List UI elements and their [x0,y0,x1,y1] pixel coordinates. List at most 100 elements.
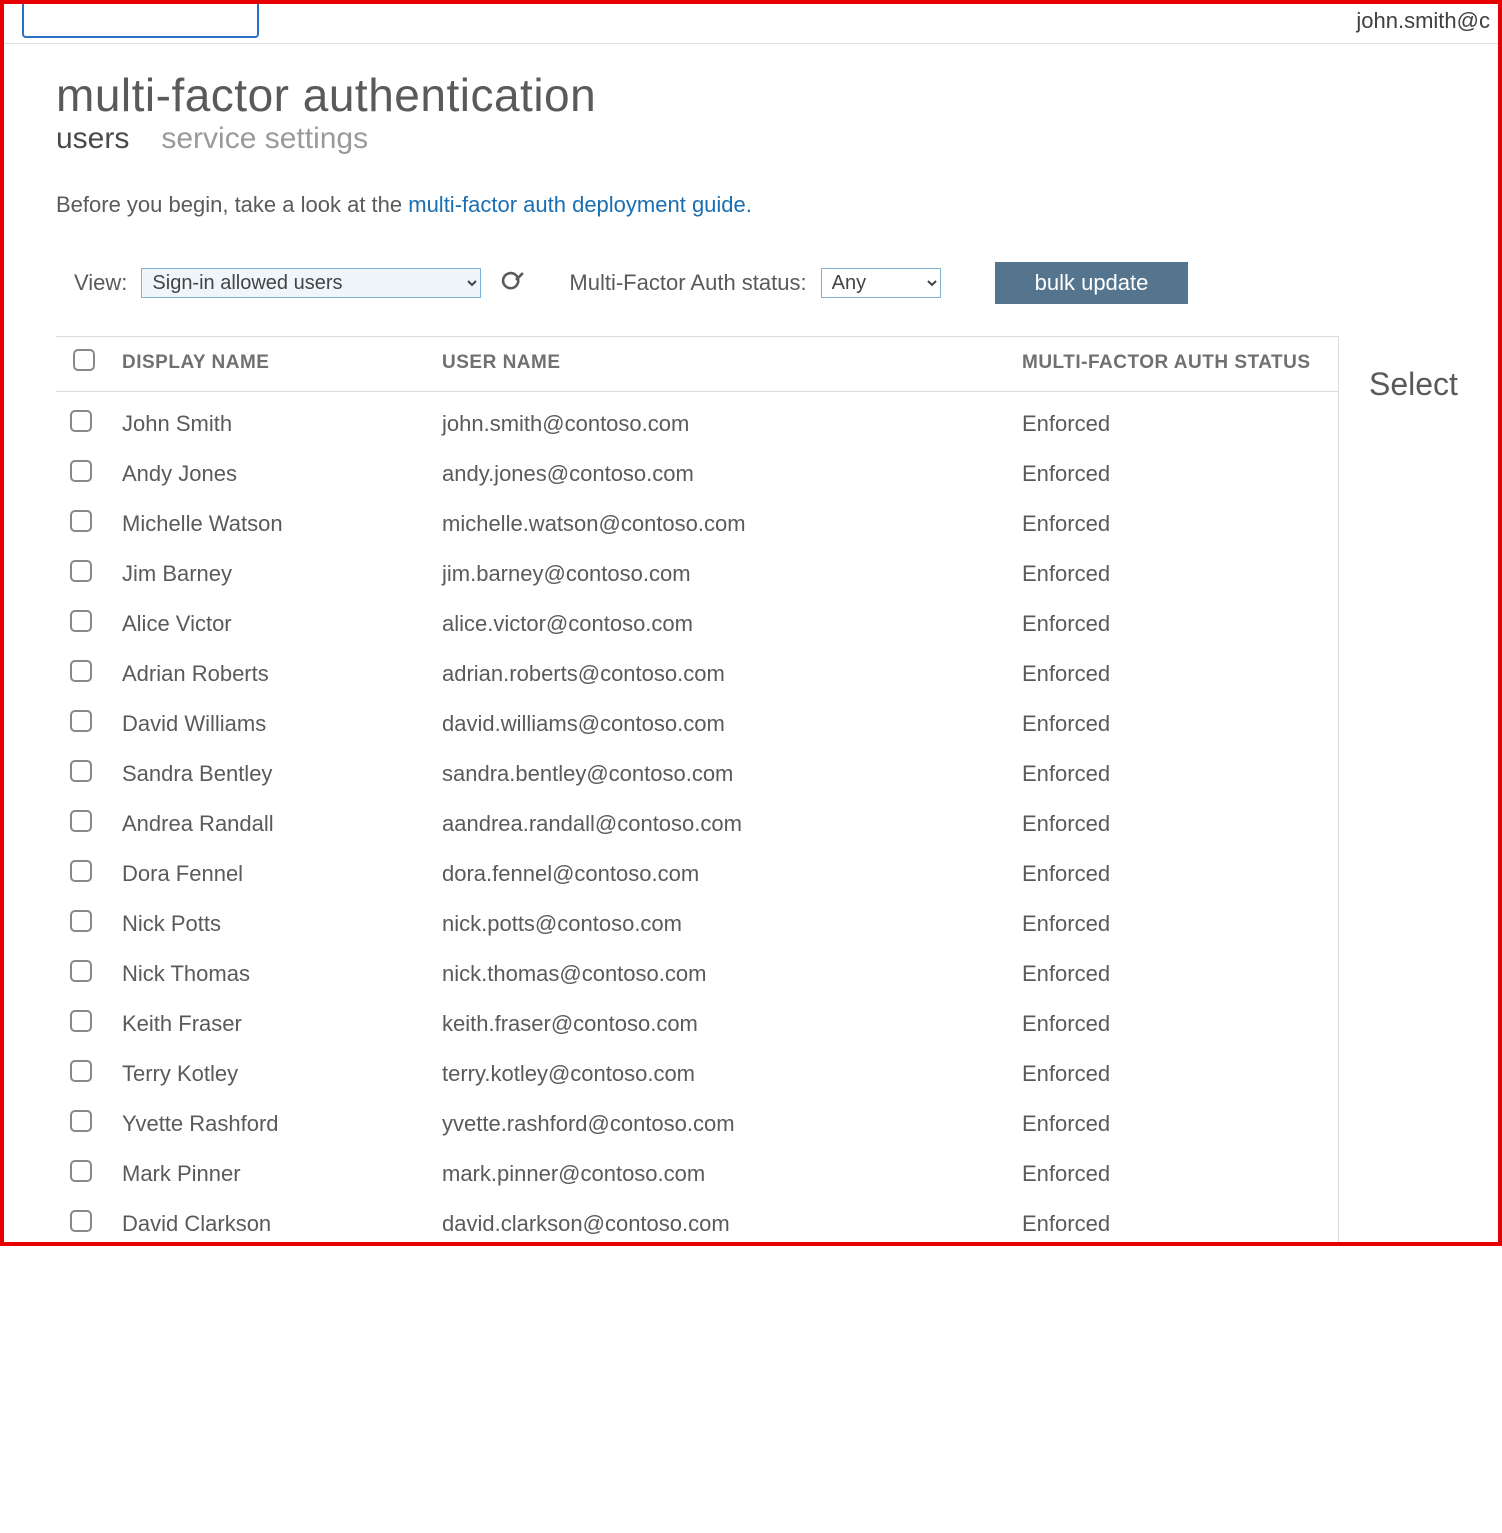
row-checkbox-cell[interactable] [56,1192,112,1242]
table-row[interactable]: Jim Barneyjim.barney@contoso.comEnforced [56,542,1338,592]
cell-mfa-status: Enforced [1012,442,1338,492]
cell-mfa-status: Enforced [1012,392,1338,443]
cell-user-name: mark.pinner@contoso.com [432,1142,1012,1192]
table-row[interactable]: Yvette Rashfordyvette.rashford@contoso.c… [56,1092,1338,1142]
bulk-update-button[interactable]: bulk update [995,262,1189,304]
table-row[interactable]: Dora Fenneldora.fennel@contoso.comEnforc… [56,842,1338,892]
cell-user-name: andy.jones@contoso.com [432,442,1012,492]
row-checkbox-cell[interactable] [56,742,112,792]
table-row[interactable]: David Williamsdavid.williams@contoso.com… [56,692,1338,742]
column-header-display-name[interactable]: DISPLAY NAME [112,337,432,392]
row-checkbox[interactable] [70,510,92,532]
row-checkbox[interactable] [70,1010,92,1032]
cell-mfa-status: Enforced [1012,1192,1338,1242]
row-checkbox[interactable] [70,810,92,832]
view-select[interactable]: Sign-in allowed users [141,268,481,298]
row-checkbox[interactable] [70,960,92,982]
tab-users[interactable]: users [56,122,129,156]
intro-prefix: Before you begin, take a look at the [56,192,408,217]
table-row[interactable]: Alice Victoralice.victor@contoso.comEnfo… [56,592,1338,642]
row-checkbox-cell[interactable] [56,1092,112,1142]
cell-mfa-status: Enforced [1012,1042,1338,1092]
row-checkbox-cell[interactable] [56,1142,112,1192]
select-all-checkbox[interactable] [73,349,95,371]
cell-display-name: Nick Potts [112,892,432,942]
mfa-status-select[interactable]: Any [821,268,941,298]
row-checkbox-cell[interactable] [56,842,112,892]
row-checkbox[interactable] [70,660,92,682]
row-checkbox[interactable] [70,460,92,482]
table-row[interactable]: David Clarksondavid.clarkson@contoso.com… [56,1192,1338,1242]
table-row[interactable]: Nick Thomasnick.thomas@contoso.comEnforc… [56,942,1338,992]
row-checkbox-cell[interactable] [56,592,112,642]
current-user-email[interactable]: john.smith@c [1356,4,1490,34]
column-header-mfa-status[interactable]: MULTI-FACTOR AUTH STATUS [1012,337,1338,392]
row-checkbox-cell[interactable] [56,692,112,742]
cell-display-name: David Williams [112,692,432,742]
table-row[interactable]: Mark Pinnermark.pinner@contoso.comEnforc… [56,1142,1338,1192]
cell-mfa-status: Enforced [1012,842,1338,892]
table-row[interactable]: Keith Fraserkeith.fraser@contoso.comEnfo… [56,992,1338,1042]
table-row[interactable]: Michelle Watsonmichelle.watson@contoso.c… [56,492,1338,542]
cell-user-name: yvette.rashford@contoso.com [432,1092,1012,1142]
row-checkbox[interactable] [70,860,92,882]
table-row[interactable]: Nick Pottsnick.potts@contoso.comEnforced [56,892,1338,942]
row-checkbox[interactable] [70,410,92,432]
row-checkbox-cell[interactable] [56,1042,112,1092]
row-checkbox-cell[interactable] [56,892,112,942]
users-table: DISPLAY NAME USER NAME MULTI-FACTOR AUTH… [56,336,1338,1242]
search-icon[interactable] [499,269,527,297]
top-bar: john.smith@c [4,4,1498,44]
table-row[interactable]: Adrian Robertsadrian.roberts@contoso.com… [56,642,1338,692]
intro-deployment-guide-link[interactable]: multi-factor auth deployment guide. [408,192,752,217]
cell-display-name: Michelle Watson [112,492,432,542]
cell-display-name: Andy Jones [112,442,432,492]
row-checkbox[interactable] [70,1160,92,1182]
row-checkbox-cell[interactable] [56,542,112,592]
row-checkbox[interactable] [70,760,92,782]
cell-display-name: Adrian Roberts [112,642,432,692]
row-checkbox-cell[interactable] [56,792,112,842]
table-row[interactable]: Andrea Randallaandrea.randall@contoso.co… [56,792,1338,842]
cell-display-name: Sandra Bentley [112,742,432,792]
row-checkbox-cell[interactable] [56,392,112,443]
row-checkbox[interactable] [70,1060,92,1082]
row-checkbox[interactable] [70,610,92,632]
table-row[interactable]: John Smithjohn.smith@contoso.comEnforced [56,392,1338,443]
cell-mfa-status: Enforced [1012,592,1338,642]
filter-bar: View: Sign-in allowed users Multi-Factor… [74,262,1498,304]
cell-user-name: david.clarkson@contoso.com [432,1192,1012,1242]
row-checkbox-cell[interactable] [56,492,112,542]
side-panel-title: Select [1369,366,1458,402]
cell-user-name: john.smith@contoso.com [432,392,1012,443]
cell-user-name: dora.fennel@contoso.com [432,842,1012,892]
row-checkbox[interactable] [70,1110,92,1132]
row-checkbox[interactable] [70,910,92,932]
page-title: multi-factor authentication [56,68,1498,122]
column-header-select-all[interactable] [56,337,112,392]
row-checkbox-cell[interactable] [56,942,112,992]
row-checkbox[interactable] [70,1210,92,1232]
cell-mfa-status: Enforced [1012,1092,1338,1142]
cell-user-name: jim.barney@contoso.com [432,542,1012,592]
tab-service-settings[interactable]: service settings [161,122,368,156]
row-checkbox[interactable] [70,710,92,732]
cell-user-name: sandra.bentley@contoso.com [432,742,1012,792]
table-row[interactable]: Andy Jonesandy.jones@contoso.comEnforced [56,442,1338,492]
cell-user-name: nick.potts@contoso.com [432,892,1012,942]
cell-mfa-status: Enforced [1012,492,1338,542]
cell-display-name: John Smith [112,392,432,443]
cell-display-name: David Clarkson [112,1192,432,1242]
table-row[interactable]: Sandra Bentleysandra.bentley@contoso.com… [56,742,1338,792]
cell-user-name: david.williams@contoso.com [432,692,1012,742]
row-checkbox-cell[interactable] [56,642,112,692]
row-checkbox-cell[interactable] [56,992,112,1042]
row-checkbox[interactable] [70,560,92,582]
row-checkbox-cell[interactable] [56,442,112,492]
intro-text: Before you begin, take a look at the mul… [56,192,1498,218]
cell-display-name: Terry Kotley [112,1042,432,1092]
view-label: View: [74,270,127,296]
column-header-user-name[interactable]: USER NAME [432,337,1012,392]
table-row[interactable]: Terry Kotleyterry.kotley@contoso.comEnfo… [56,1042,1338,1092]
cell-mfa-status: Enforced [1012,792,1338,842]
